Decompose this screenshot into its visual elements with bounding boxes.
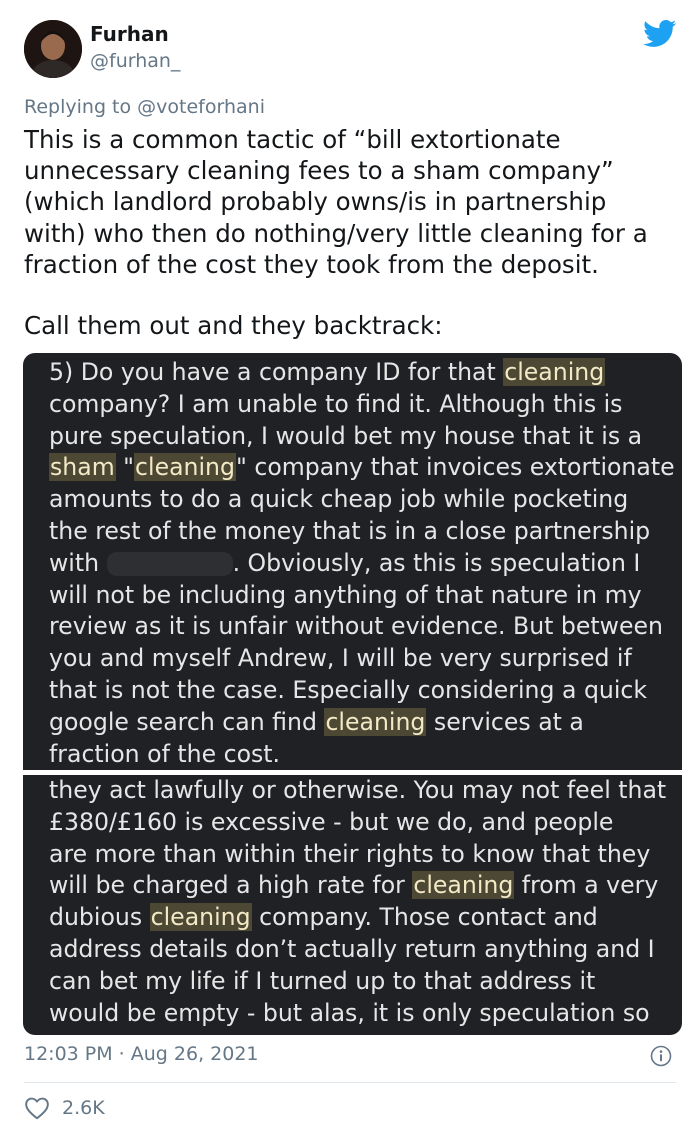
info-icon[interactable]	[650, 1045, 672, 1067]
screenshot-line: you and myself Andrew, I will be very su…	[49, 644, 632, 673]
screenshot-line: dubious cleaning company. Those contact …	[49, 903, 598, 932]
screenshot-line: will not be including anything of that n…	[49, 580, 642, 609]
highlight: cleaning	[503, 358, 606, 386]
screenshot-line: are more than within their rights to kno…	[49, 839, 651, 868]
avatar[interactable]	[24, 20, 82, 78]
screenshot-line: pure speculation, I would bet my house t…	[49, 421, 643, 450]
screenshot-line: fraction of the cost.	[49, 739, 281, 768]
screenshot-line: sham "cleaning" company that invoices ex…	[49, 453, 675, 482]
redaction-block	[106, 552, 233, 577]
tweet-line: (which landlord probably owns/is in part…	[24, 187, 607, 217]
highlight: sham	[49, 453, 116, 482]
screenshot-line: £380/£160 is excessive - but we do, and …	[49, 807, 614, 836]
reply-handle-link[interactable]: @voteforhani	[137, 96, 265, 118]
divider	[24, 1082, 676, 1083]
highlight: cleaning	[149, 903, 252, 932]
screenshot-line: google search can find cleaning services…	[49, 707, 584, 736]
screenshot-line: they act lawfully or otherwise. You may …	[49, 776, 667, 804]
screenshot-line: would be empty - but alas, it is only sp…	[49, 998, 650, 1027]
tweet-text: This is a common tactic of “bill extorti…	[24, 124, 684, 280]
tweet-line: with) who then do nothing/very little cl…	[24, 218, 648, 248]
like-count: 2.6K	[62, 1097, 105, 1119]
screenshot-line: can bet my life if I turned up to that a…	[49, 966, 596, 995]
screenshot-line: that is not the case. Especially conside…	[49, 675, 648, 704]
highlight: cleaning	[134, 453, 236, 482]
twitter-bird-icon[interactable]	[643, 20, 677, 48]
attached-screenshot-1[interactable]: 5) Do you have a company ID for that cle…	[23, 353, 682, 770]
screenshot-line: review as it is unfair without evidence.…	[49, 612, 663, 641]
tweet-line: This is a common tactic of “bill extorti…	[24, 125, 561, 154]
screenshot-line: amounts to do a quick cheap job while po…	[49, 485, 629, 514]
screenshot-line: 5) Do you have a company ID for that cle…	[49, 358, 606, 386]
heart-icon[interactable]	[24, 1096, 50, 1120]
replying-to: Replying to @voteforhani	[24, 96, 265, 118]
tweet-text-second-paragraph: Call them out and they backtrack:	[24, 311, 443, 340]
screenshot-line: the rest of the money that is in a close…	[49, 516, 651, 545]
author-handle[interactable]: @furhan_	[90, 50, 180, 72]
highlight: cleaning	[324, 707, 427, 736]
author-name[interactable]: Furhan	[90, 22, 169, 46]
tweet-timestamp[interactable]: 12:03 PM · Aug 26, 2021	[24, 1043, 259, 1065]
screenshot-line: address details don’t actually return an…	[49, 934, 655, 963]
screenshot-line: will be charged a high rate for cleaning…	[49, 871, 659, 900]
tweet-line: fraction of the cost they took from the …	[24, 249, 599, 279]
replying-to-label: Replying to	[24, 96, 132, 118]
tweet-line: unnecessary cleaning fees to a sham comp…	[24, 156, 614, 186]
attached-screenshot-2[interactable]: they act lawfully or otherwise. You may …	[23, 775, 682, 1035]
highlight: cleaning	[412, 871, 515, 900]
screenshot-line: with . Obviously, as this is speculation…	[49, 548, 641, 577]
screenshot-line: company? I am unable to find it. Althoug…	[49, 389, 623, 418]
